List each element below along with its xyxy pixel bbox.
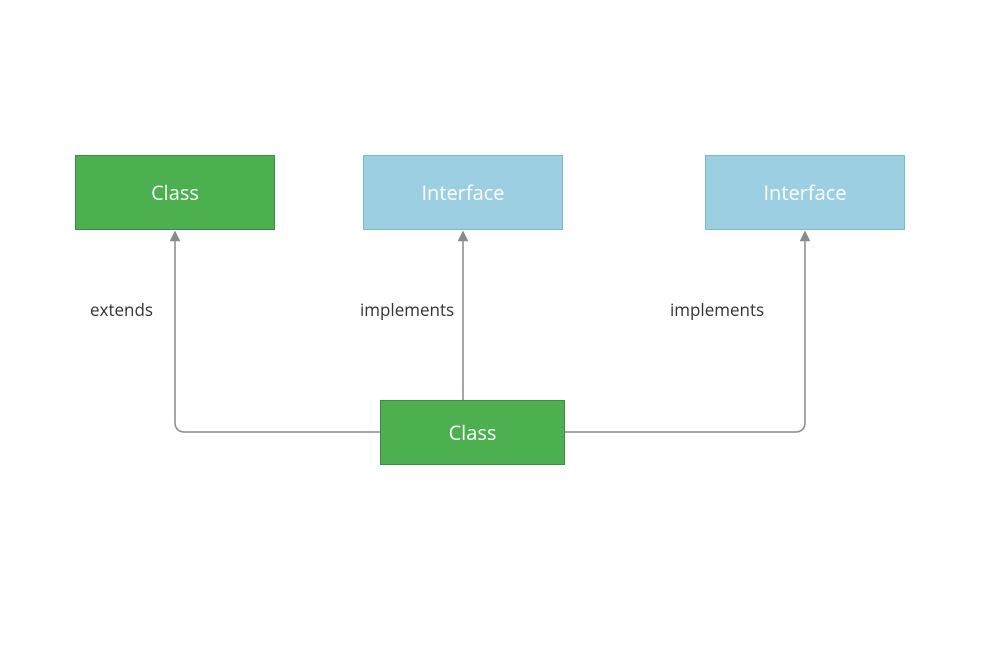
node-child-class: Class: [380, 400, 565, 465]
node-label: Interface: [421, 179, 504, 206]
edge-extends: [175, 236, 380, 432]
node-label: Interface: [763, 179, 846, 206]
node-interface-2: Interface: [705, 155, 905, 230]
edge-label-implements-2: implements: [670, 298, 764, 321]
edge-label-extends: extends: [90, 298, 153, 321]
connector-lines: [0, 0, 1000, 650]
node-parent-class: Class: [75, 155, 275, 230]
inheritance-diagram: Class Interface Interface Class extends …: [0, 0, 1000, 650]
edge-implements-2: [565, 236, 805, 432]
node-label: Class: [151, 179, 199, 206]
edge-label-implements-1: implements: [360, 298, 454, 321]
node-label: Class: [449, 419, 497, 446]
node-interface-1: Interface: [363, 155, 563, 230]
